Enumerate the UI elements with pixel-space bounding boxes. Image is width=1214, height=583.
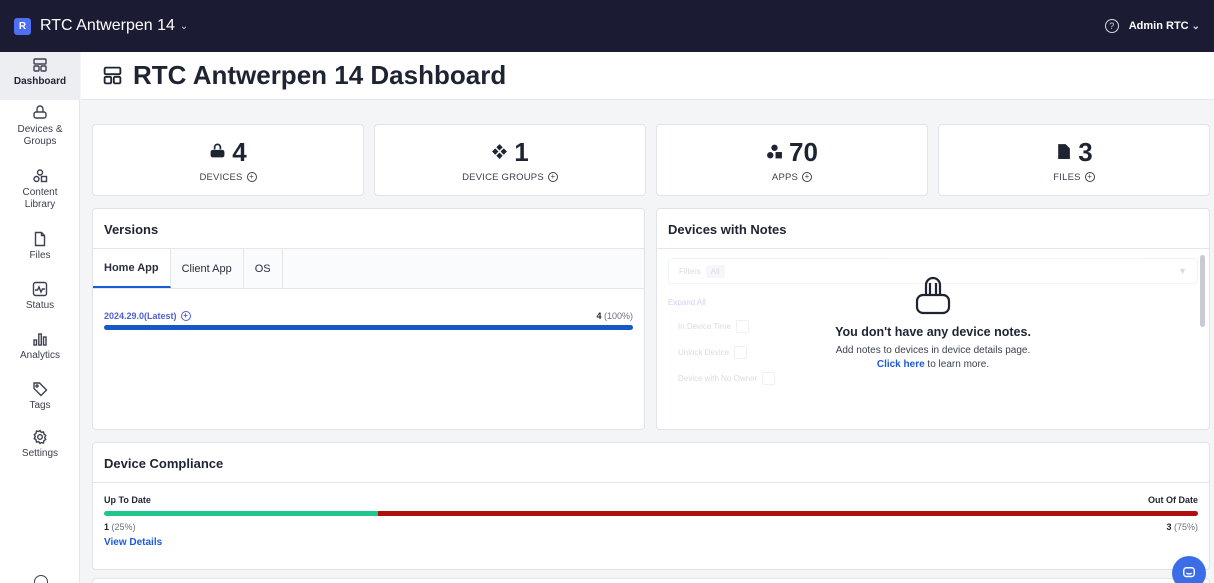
sidebar-item-label: Tags [29, 400, 51, 411]
org-switcher[interactable]: RTC Antwerpen 14 ⌄ [40, 17, 188, 35]
sidebar-item-label: Settings [21, 448, 59, 459]
card-title: Device Compliance [93, 443, 1209, 483]
device-compliance-card: Device Compliance Up To Date Out Of Date… [92, 442, 1210, 570]
top-bar: R RTC Antwerpen 14 ⌄ ? Admin RTC ⌄ [0, 0, 1214, 52]
list-item: Device with No Owner [668, 372, 1198, 385]
tab-home-app[interactable]: Home App [93, 249, 171, 288]
add-circle-icon[interactable]: + [802, 172, 813, 182]
file-icon [1058, 144, 1071, 159]
version-name: 2024.29.0(Latest) [104, 311, 177, 321]
stat-label: APPS [771, 171, 799, 183]
sidebar-item-label: Status [25, 300, 55, 311]
sidebar-item-files[interactable]: Files [0, 231, 80, 262]
sidebar-item-label: Dashboard [13, 76, 67, 87]
view-details-link[interactable]: View Details [93, 532, 173, 548]
page-header: RTC Antwerpen 14 Dashboard [81, 52, 1214, 100]
gear-icon [32, 429, 48, 445]
stat-value: 3 [1078, 136, 1093, 167]
pulse-icon [32, 281, 48, 297]
chat-icon [1183, 567, 1195, 578]
chat-button[interactable] [1172, 556, 1206, 583]
stat-card-devices[interactable]: 4 DEVICES + [92, 124, 364, 196]
question-circle-icon[interactable]: ? [1104, 19, 1119, 33]
empty-description: Add notes to devices in device details p… [835, 345, 1031, 356]
sidebar-item-status[interactable]: Status [0, 281, 80, 312]
sidebar-item-label: Devices & Groups [17, 124, 63, 147]
device-notes-card: Devices with Notes Filters All ▼ Expand … [656, 208, 1210, 430]
add-circle-icon[interactable]: + [547, 172, 558, 182]
click-here-link[interactable]: Click here [877, 359, 925, 370]
file-icon [32, 231, 48, 247]
chevron-down-icon: ⌄ [179, 20, 189, 32]
out-of-date-percent: (75%) [1173, 522, 1198, 532]
version-row: 2024.29.0(Latest) + 4 (100%) [93, 289, 644, 321]
link-suffix: to learn more. [924, 359, 990, 370]
up-to-date-segment [104, 511, 378, 516]
up-to-date-label: Up To Date [104, 495, 151, 505]
versions-card: Versions Home App Client App OS 2024.29.… [92, 208, 645, 430]
sidebar-item-label: Files [29, 250, 51, 261]
stat-label: FILES [1053, 171, 1081, 183]
sidebar-item-label: Content Library [22, 187, 58, 210]
stat-value: 70 [789, 136, 818, 167]
empty-state: You don't have any device notes. Add not… [657, 275, 1209, 370]
version-count: 4 [596, 311, 602, 321]
user-name: Admin RTC [1128, 20, 1189, 32]
empty-title: You don't have any device notes. [835, 325, 1031, 339]
bar-chart-icon [32, 331, 48, 347]
card-title: Devices with Notes [657, 209, 1209, 249]
sidebar-item-label: Analytics [19, 350, 60, 361]
notes-body: Filters All ▼ Expand All In Device Time … [657, 249, 1209, 429]
count-box [762, 372, 776, 385]
headset-icon [210, 143, 225, 158]
version-tabs: Home App Client App OS [93, 249, 644, 289]
sidebar-item-devices-groups[interactable]: Devices & Groups [0, 105, 80, 148]
stat-card-apps[interactable]: 70 APPS + [656, 124, 928, 196]
stat-card-files[interactable]: 3 FILES + [938, 124, 1210, 196]
headset-icon [913, 275, 953, 317]
shapes-icon [32, 168, 48, 184]
out-of-date-segment [377, 511, 1198, 516]
out-of-date-count: 3 [1166, 522, 1172, 532]
add-circle-icon[interactable]: + [180, 311, 191, 321]
list-item-label: Device with No Owner [678, 374, 758, 383]
user-menu[interactable]: Admin RTC ⌄ [1129, 20, 1200, 32]
sidebar: Dashboard Devices & Groups Content Libra… [0, 52, 80, 583]
stat-card-device-groups[interactable]: 1 DEVICE GROUPS + [374, 124, 646, 196]
stat-value: 4 [232, 136, 247, 167]
version-percent: (100%) [603, 311, 633, 321]
sidebar-item-content-library[interactable]: Content Library [0, 168, 80, 211]
sidebar-item-tags[interactable]: Tags [0, 381, 80, 412]
tab-client-app[interactable]: Client App [171, 249, 244, 288]
sidebar-item-settings[interactable]: Settings [0, 429, 80, 460]
shapes-icon [767, 144, 782, 159]
compliance-bar [104, 511, 1198, 516]
headset-icon [32, 105, 48, 121]
next-card-edge [92, 578, 1210, 583]
stat-value: 1 [514, 136, 529, 167]
org-name: RTC Antwerpen 14 [40, 17, 175, 34]
page-title: RTC Antwerpen 14 Dashboard [133, 60, 507, 90]
add-circle-icon[interactable]: + [1084, 172, 1095, 182]
sidebar-item-dashboard[interactable]: Dashboard [0, 52, 80, 100]
tag-icon [32, 381, 48, 397]
diamond-cluster-icon [492, 144, 508, 159]
stat-label: DEVICES [199, 171, 243, 183]
version-progress-bar [104, 325, 633, 330]
card-title: Versions [93, 209, 644, 249]
dashboard-icon [32, 57, 48, 73]
out-of-date-label: Out Of Date [1147, 495, 1198, 505]
up-to-date-count: 1 [104, 522, 110, 532]
chevron-down-icon: ⌄ [1191, 20, 1200, 32]
add-circle-icon[interactable]: + [246, 172, 257, 182]
sidebar-item-analytics[interactable]: Analytics [0, 331, 80, 362]
version-link[interactable]: 2024.29.0(Latest) + [104, 311, 191, 321]
collapse-sidebar-icon[interactable] [34, 575, 48, 583]
stat-label: DEVICE GROUPS [462, 171, 544, 183]
up-to-date-percent: (25%) [111, 522, 136, 532]
tab-os[interactable]: OS [244, 249, 283, 288]
org-badge: R [14, 17, 31, 35]
dashboard-icon [102, 65, 123, 86]
